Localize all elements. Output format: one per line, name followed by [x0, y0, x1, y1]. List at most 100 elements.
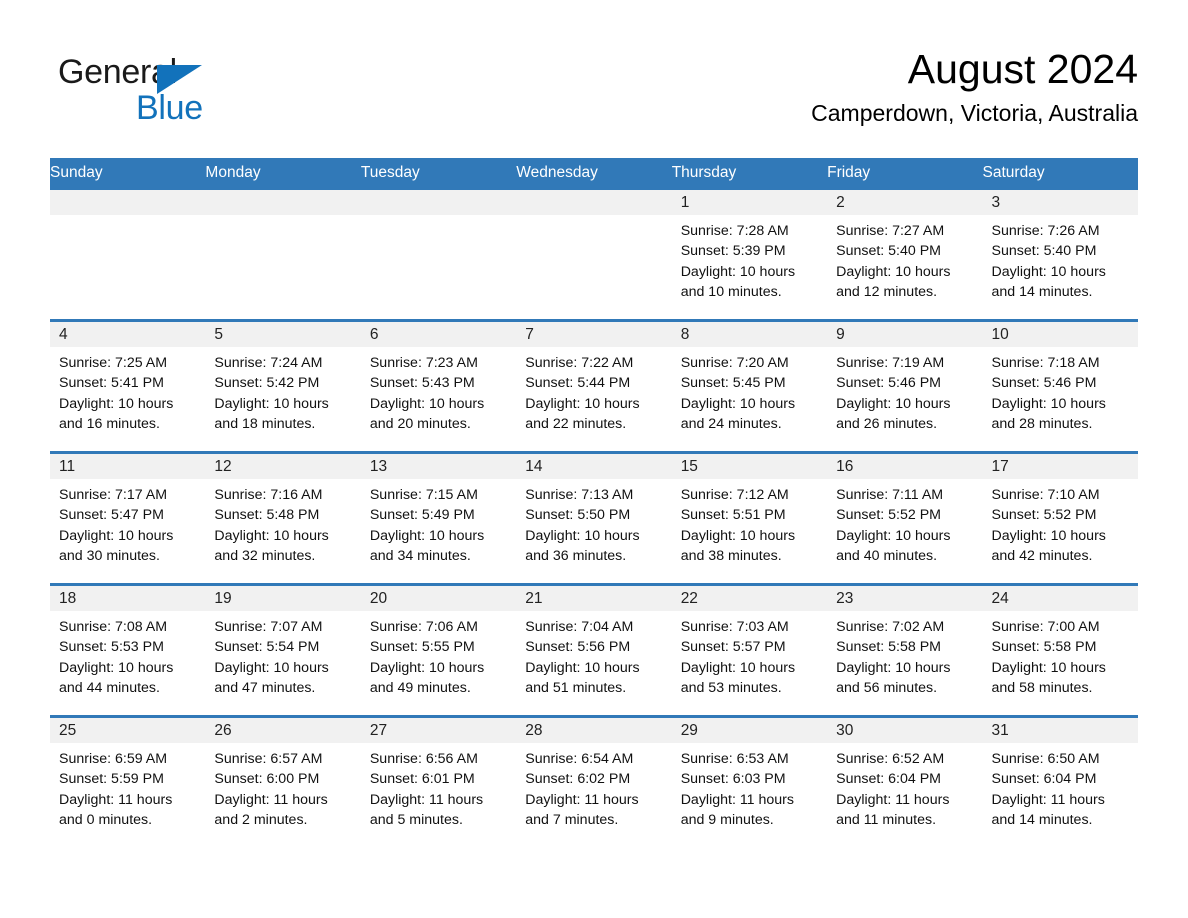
- calendar-day-cell[interactable]: 6 Sunrise: 7:23 AM Sunset: 5:43 PM Daylight…: [360, 319, 517, 453]
- sunset-time: Sunset: 5:51 PM: [680, 507, 786, 524]
- calendar-day-cell[interactable]: 2 Sunrise: 7:27 AM Sunset: 5:40 PM Daylight…: [827, 187, 983, 321]
- day-number: 8: [671, 322, 828, 347]
- day-number: 19: [205, 586, 361, 611]
- sunset-time: Sunset: 6:04 PM: [991, 771, 1097, 788]
- day-details: Sunrise: 6:54 AM Sunset: 6:02 PM Daylight:…: [516, 743, 671, 830]
- daylight-duration-line2: and 40 minutes.: [836, 547, 938, 564]
- calendar-week-row: 1 Sunrise: 7:28 AM Sunset: 5:39 PM Daylight…: [50, 187, 1138, 321]
- day-number: 29: [671, 718, 828, 743]
- sunrise-time: Sunrise: 7:10 AM: [991, 487, 1100, 503]
- sunset-time: Sunset: 5:46 PM: [991, 375, 1097, 392]
- day-details: Sunrise: 7:10 AM Sunset: 5:52 PM Daylight:…: [983, 479, 1138, 566]
- sunset-time: Sunset: 5:42 PM: [214, 375, 320, 392]
- calendar-day-cell[interactable]: 24 Sunrise: 7:00 AM Sunset: 5:58 PM Dayligh…: [982, 583, 1138, 717]
- sunrise-time: Sunrise: 7:12 AM: [680, 487, 789, 503]
- sunset-time: Sunset: 5:52 PM: [991, 507, 1097, 524]
- calendar-day-cell-empty: [50, 187, 206, 321]
- calendar-day-cell[interactable]: 10 Sunrise: 7:18 AM Sunset: 5:46 PM Dayligh…: [982, 319, 1138, 453]
- day-details: Sunrise: 7:07 AM Sunset: 5:54 PM Daylight:…: [205, 611, 360, 698]
- calendar-day-cell[interactable]: 20 Sunrise: 7:06 AM Sunset: 5:55 PM Dayligh…: [360, 583, 517, 717]
- daylight-duration-line1: Daylight: 10 hours: [836, 395, 951, 412]
- daylight-duration-line2: and 5 minutes.: [369, 811, 463, 828]
- day-number: 6: [360, 322, 517, 347]
- day-details: Sunrise: 7:23 AM Sunset: 5:43 PM Daylight:…: [361, 347, 516, 434]
- day-number: 27: [360, 718, 517, 743]
- sunset-time: Sunset: 5:57 PM: [680, 639, 786, 656]
- day-details: Sunrise: 7:08 AM Sunset: 5:53 PM Daylight:…: [50, 611, 205, 698]
- daylight-duration-line1: Daylight: 10 hours: [525, 527, 640, 544]
- day-details: Sunrise: 7:25 AM Sunset: 5:41 PM Daylight:…: [50, 347, 205, 434]
- calendar-day-cell[interactable]: 18 Sunrise: 7:08 AM Sunset: 5:53 PM Dayligh…: [50, 583, 206, 717]
- sunset-time: Sunset: 5:46 PM: [836, 375, 941, 392]
- calendar-day-cell[interactable]: 29 Sunrise: 6:53 AM Sunset: 6:03 PM Dayligh…: [671, 715, 828, 849]
- day-details: Sunrise: 7:28 AM Sunset: 5:39 PM Daylight:…: [672, 215, 827, 302]
- calendar-day-cell[interactable]: 15 Sunrise: 7:12 AM Sunset: 5:51 PM Dayligh…: [671, 451, 828, 585]
- daylight-duration-line2: and 56 minutes.: [836, 679, 938, 696]
- day-details: Sunrise: 6:57 AM Sunset: 6:00 PM Daylight:…: [205, 743, 360, 830]
- daylight-duration-line1: Daylight: 10 hours: [680, 395, 796, 412]
- calendar-day-cell[interactable]: 22 Sunrise: 7:03 AM Sunset: 5:57 PM Dayligh…: [671, 583, 828, 717]
- day-number: 12: [205, 454, 361, 479]
- sunset-time: Sunset: 5:53 PM: [59, 639, 164, 656]
- calendar-day-cell[interactable]: 12 Sunrise: 7:16 AM Sunset: 5:48 PM Dayligh…: [205, 451, 361, 585]
- daylight-duration-line1: Daylight: 10 hours: [369, 527, 485, 544]
- calendar-day-cell[interactable]: 16 Sunrise: 7:11 AM Sunset: 5:52 PM Dayligh…: [827, 451, 983, 585]
- sunrise-time: Sunrise: 6:59 AM: [59, 751, 168, 767]
- calendar-day-cell[interactable]: 1 Sunrise: 7:28 AM Sunset: 5:39 PM Daylight…: [671, 187, 828, 321]
- day-details: Sunrise: 6:50 AM Sunset: 6:04 PM Daylight:…: [983, 743, 1138, 830]
- calendar-day-cell[interactable]: 23 Sunrise: 7:02 AM Sunset: 5:58 PM Dayligh…: [827, 583, 983, 717]
- weekday-header-monday: Monday: [205, 158, 361, 189]
- day-details: Sunrise: 7:04 AM Sunset: 5:56 PM Daylight:…: [516, 611, 671, 698]
- calendar-day-cell[interactable]: 9 Sunrise: 7:19 AM Sunset: 5:46 PM Daylight…: [827, 319, 983, 453]
- calendar-day-cell[interactable]: 13 Sunrise: 7:15 AM Sunset: 5:49 PM Dayligh…: [360, 451, 517, 585]
- weekday-header-friday: Friday: [827, 158, 983, 189]
- sunset-time: Sunset: 5:58 PM: [836, 639, 941, 656]
- day-details: Sunrise: 7:13 AM Sunset: 5:50 PM Daylight:…: [516, 479, 671, 566]
- calendar-day-cell[interactable]: 25 Sunrise: 6:59 AM Sunset: 5:59 PM Dayligh…: [50, 715, 206, 849]
- sunrise-time: Sunrise: 7:15 AM: [369, 487, 478, 503]
- generalblue-logo[interactable]: General Blue: [58, 52, 318, 132]
- daylight-duration-line1: Daylight: 10 hours: [214, 527, 329, 544]
- daylight-duration-line2: and 26 minutes.: [836, 415, 938, 432]
- calendar-day-cell[interactable]: 14 Sunrise: 7:13 AM Sunset: 5:50 PM Dayligh…: [516, 451, 672, 585]
- daylight-duration-line2: and 30 minutes.: [59, 547, 160, 564]
- day-number: 18: [50, 586, 206, 611]
- sunrise-time: Sunrise: 7:03 AM: [680, 619, 789, 635]
- calendar-day-cell[interactable]: 30 Sunrise: 6:52 AM Sunset: 6:04 PM Dayligh…: [827, 715, 983, 849]
- calendar-day-cell[interactable]: 5 Sunrise: 7:24 AM Sunset: 5:42 PM Daylight…: [205, 319, 361, 453]
- daylight-duration-line2: and 32 minutes.: [214, 547, 316, 564]
- calendar-day-cell[interactable]: 31 Sunrise: 6:50 AM Sunset: 6:04 PM Dayligh…: [982, 715, 1138, 849]
- day-details: Sunrise: 7:22 AM Sunset: 5:44 PM Daylight:…: [516, 347, 671, 434]
- sunrise-time: Sunrise: 7:26 AM: [991, 223, 1100, 239]
- day-details: Sunrise: 6:53 AM Sunset: 6:03 PM Daylight:…: [672, 743, 827, 830]
- daylight-duration-line1: Daylight: 10 hours: [369, 395, 485, 412]
- calendar-day-cell[interactable]: 21 Sunrise: 7:04 AM Sunset: 5:56 PM Dayligh…: [516, 583, 672, 717]
- daylight-duration-line2: and 16 minutes.: [59, 415, 160, 432]
- calendar-day-cell[interactable]: 7 Sunrise: 7:22 AM Sunset: 5:44 PM Daylight…: [516, 319, 672, 453]
- calendar-day-cell[interactable]: 3 Sunrise: 7:26 AM Sunset: 5:40 PM Daylight…: [982, 187, 1138, 321]
- calendar-day-cell-empty: [516, 187, 672, 321]
- day-number: 2: [827, 190, 983, 215]
- sunset-time: Sunset: 5:49 PM: [369, 507, 475, 524]
- day-number: 23: [827, 586, 983, 611]
- calendar-day-cell[interactable]: 4 Sunrise: 7:25 AM Sunset: 5:41 PM Daylight…: [50, 319, 206, 453]
- day-details: Sunrise: 7:16 AM Sunset: 5:48 PM Daylight:…: [205, 479, 360, 566]
- calendar-day-cell[interactable]: 28 Sunrise: 6:54 AM Sunset: 6:02 PM Dayligh…: [516, 715, 672, 849]
- daylight-duration-line1: Daylight: 10 hours: [214, 395, 329, 412]
- calendar-day-cell[interactable]: 11 Sunrise: 7:17 AM Sunset: 5:47 PM Dayligh…: [50, 451, 206, 585]
- day-number: 11: [50, 454, 206, 479]
- day-number: 3: [982, 190, 1138, 215]
- weekday-header-saturday: Saturday: [982, 158, 1138, 189]
- calendar-day-cell[interactable]: 19 Sunrise: 7:07 AM Sunset: 5:54 PM Dayligh…: [205, 583, 361, 717]
- calendar-day-cell[interactable]: 17 Sunrise: 7:10 AM Sunset: 5:52 PM Dayligh…: [982, 451, 1138, 585]
- sunset-time: Sunset: 5:47 PM: [59, 507, 164, 524]
- daylight-duration-line1: Daylight: 11 hours: [836, 791, 950, 808]
- calendar-day-cell[interactable]: 27 Sunrise: 6:56 AM Sunset: 6:01 PM Dayligh…: [360, 715, 517, 849]
- calendar-day-cell[interactable]: 8 Sunrise: 7:20 AM Sunset: 5:45 PM Daylight…: [671, 319, 828, 453]
- daylight-duration-line2: and 24 minutes.: [680, 415, 782, 432]
- day-number: 4: [50, 322, 206, 347]
- calendar-day-cell[interactable]: 26 Sunrise: 6:57 AM Sunset: 6:00 PM Dayligh…: [205, 715, 361, 849]
- daylight-duration-line1: Daylight: 10 hours: [836, 659, 951, 676]
- daylight-duration-line2: and 12 minutes.: [836, 283, 938, 300]
- day-number: 16: [827, 454, 983, 479]
